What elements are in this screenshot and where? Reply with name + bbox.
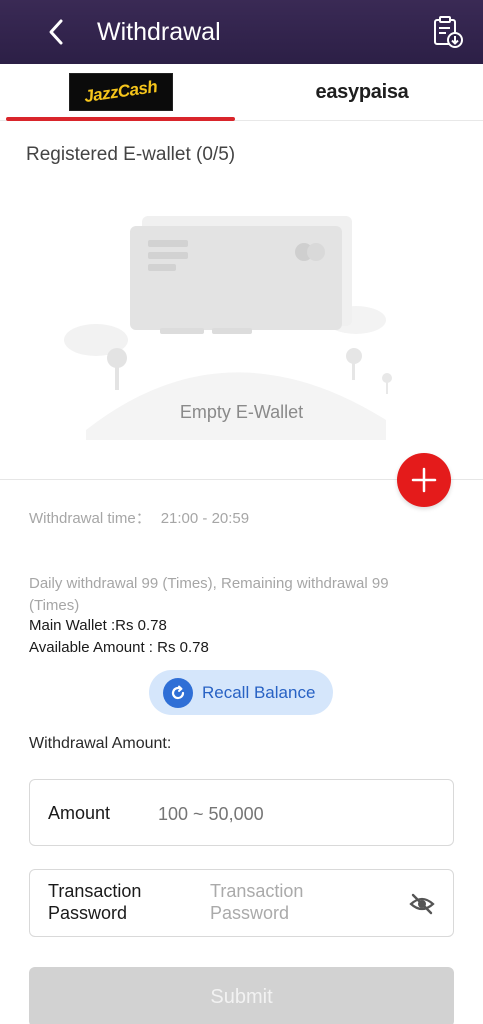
jazzcash-logo-text: JazzCash [82, 76, 159, 107]
jazzcash-logo: JazzCash [68, 73, 173, 111]
page-title: Withdrawal [97, 18, 221, 46]
app-header: Withdrawal [0, 0, 483, 64]
withdrawal-time-value: 21:00 - 20:59 [160, 510, 250, 527]
chevron-left-icon [49, 19, 63, 45]
eye-off-icon [409, 893, 435, 915]
recall-balance-label: Recall Balance [202, 682, 316, 702]
clipboard-download-icon [434, 16, 463, 48]
add-wallet-button[interactable] [397, 453, 451, 507]
toggle-password-visibility-button[interactable] [408, 890, 436, 918]
tab-jazzcash[interactable]: JazzCash [0, 64, 241, 120]
empty-wallet-text: Empty E-Wallet [179, 402, 304, 422]
available-amount: Available Amount : Rs 0.78 [29, 639, 209, 656]
withdrawal-time-label: Withdrawal time： [29, 510, 151, 527]
transaction-password-input[interactable]: Transaction Password [210, 880, 360, 924]
back-button[interactable] [40, 16, 72, 48]
recall-balance-button[interactable]: Recall Balance [149, 670, 333, 715]
plus-icon [411, 467, 437, 493]
withdrawal-amount-label: Withdrawal Amount: [29, 735, 172, 752]
daily-withdrawal-limit: Daily withdrawal 99 (Times), Remaining w… [29, 575, 389, 614]
amount-field: Amount [29, 779, 454, 846]
registered-wallet-heading: Registered E-wallet (0/5) [26, 144, 236, 165]
withdrawal-time: Withdrawal time： 21:00 - 20:59 [29, 507, 249, 528]
tab-easypaisa[interactable]: easypaisa [241, 64, 483, 120]
easypaisa-logo: easypaisa [315, 80, 409, 103]
active-tab-indicator [6, 117, 235, 121]
submit-button[interactable]: Submit [29, 967, 454, 1024]
amount-label: Amount [48, 803, 111, 823]
amount-input[interactable] [158, 800, 438, 828]
withdrawal-records-button[interactable] [430, 14, 466, 50]
refresh-icon [163, 677, 193, 708]
transaction-password-label: Transaction Password [48, 881, 142, 923]
main-wallet-balance: Main Wallet :Rs 0.78 [29, 617, 167, 634]
wallet-tabs: JazzCash easypaisa [0, 64, 483, 121]
transaction-password-field: Transaction Password Transaction Passwor… [29, 869, 454, 937]
